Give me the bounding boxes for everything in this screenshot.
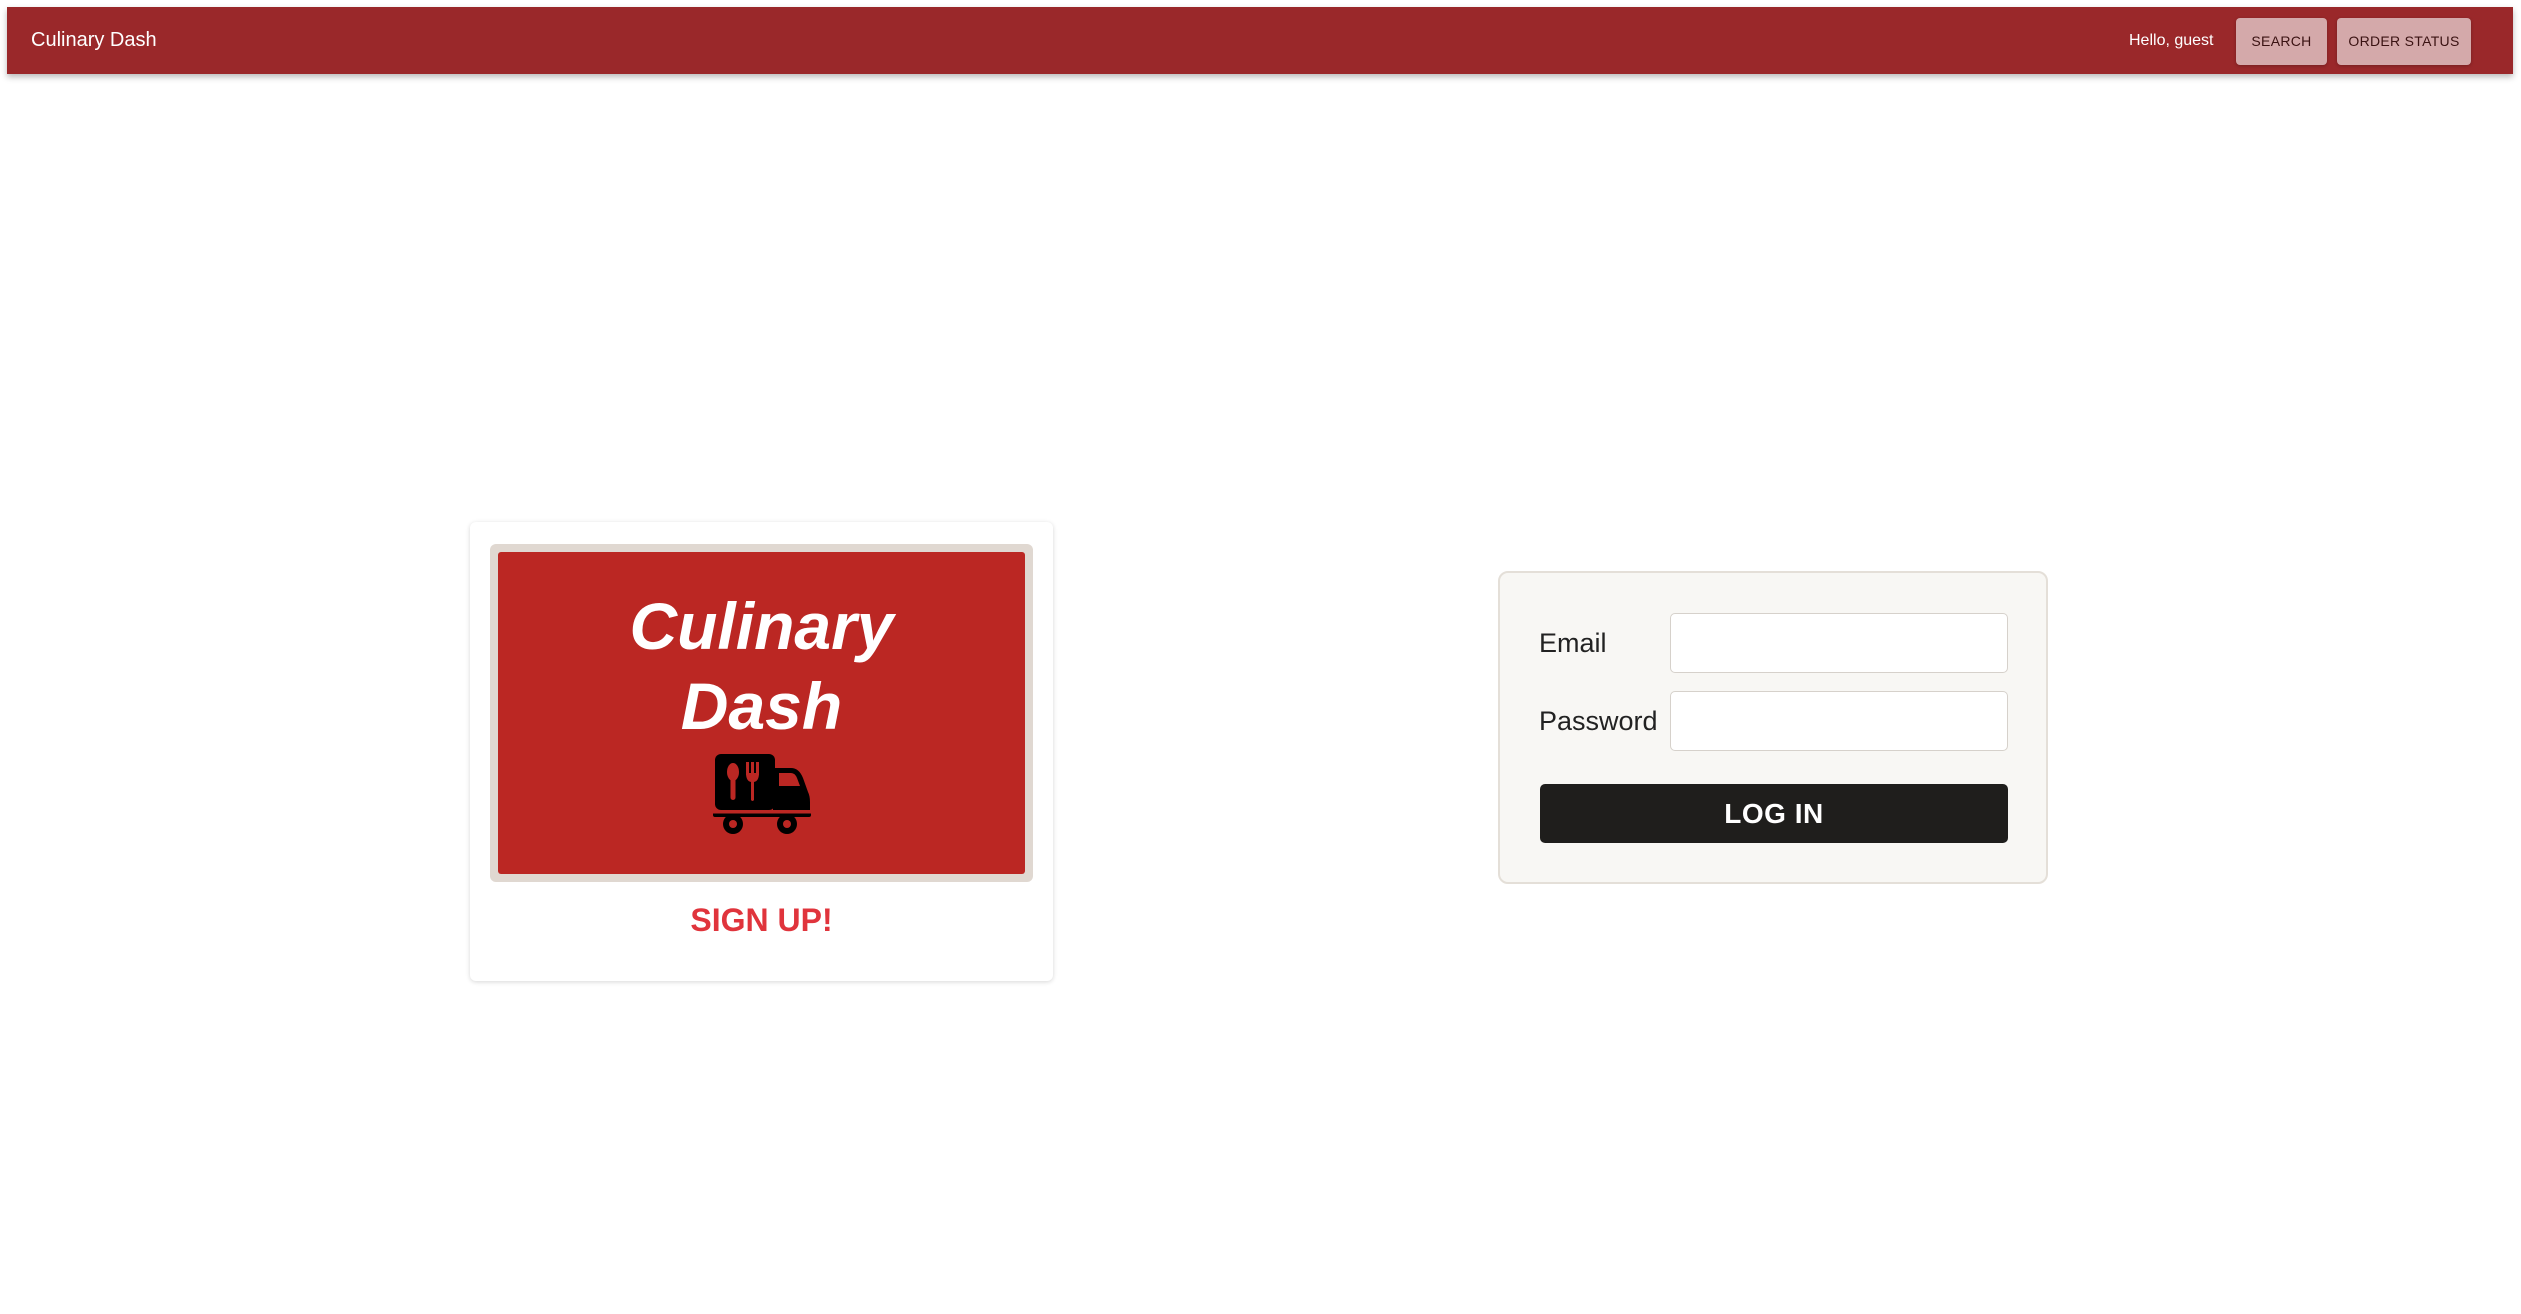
logo-frame[interactable]: Culinary Dash <box>490 544 1033 882</box>
email-label: Email <box>1539 628 1607 658</box>
login-button[interactable]: LOG IN <box>1540 784 2008 843</box>
signup-card: Culinary Dash SIGN UP! <box>470 522 1053 981</box>
order-status-button[interactable]: ORDER STATUS <box>2337 18 2471 65</box>
greeting-text: Hello, guest <box>2129 32 2214 49</box>
search-button[interactable]: SEARCH <box>2236 18 2327 65</box>
logo-text: Culinary Dash <box>498 586 1025 746</box>
logo: Culinary Dash <box>498 552 1025 874</box>
app-bar: Culinary Dash Hello, guest SEARCH ORDER … <box>7 7 2513 74</box>
signup-link[interactable]: SIGN UP! <box>470 902 1053 939</box>
logo-text-line1: Culinary <box>629 589 894 663</box>
food-truck-icon <box>713 754 811 834</box>
email-field[interactable] <box>1670 613 2008 673</box>
password-label: Password <box>1539 706 1658 736</box>
password-field[interactable] <box>1670 691 2008 751</box>
login-form: Email Password LOG IN <box>1498 571 2048 884</box>
logo-text-line2: Dash <box>680 669 843 743</box>
page: Culinary Dash Hello, guest SEARCH ORDER … <box>0 0 2521 1314</box>
app-title[interactable]: Culinary Dash <box>31 7 157 74</box>
